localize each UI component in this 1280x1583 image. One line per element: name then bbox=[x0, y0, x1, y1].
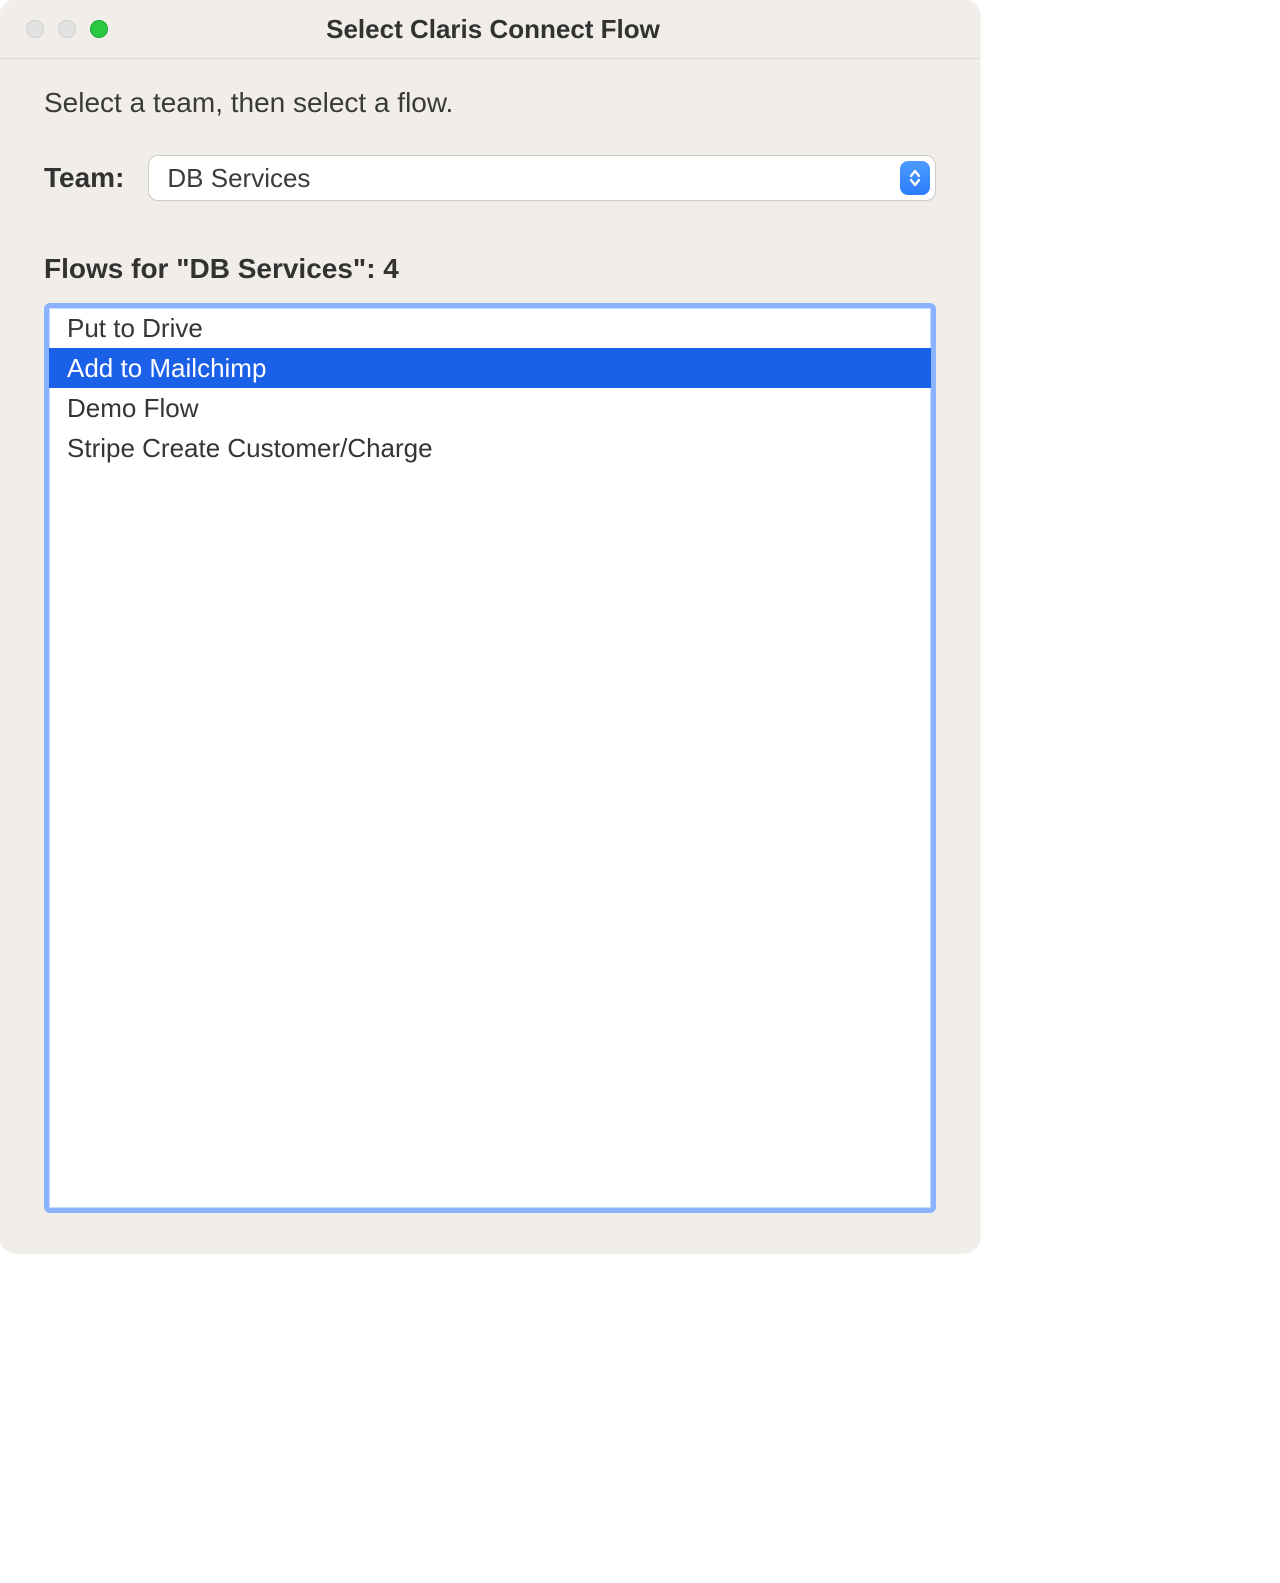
chevron-up-down-icon bbox=[900, 161, 930, 195]
zoom-window-button[interactable] bbox=[90, 20, 108, 38]
flows-listbox[interactable]: Put to DriveAdd to MailchimpDemo FlowStr… bbox=[44, 303, 936, 1213]
titlebar: Select Claris Connect Flow bbox=[0, 0, 980, 59]
team-select-value: DB Services bbox=[167, 163, 310, 194]
team-select[interactable]: DB Services bbox=[148, 155, 936, 201]
instruction-text: Select a team, then select a flow. bbox=[44, 87, 936, 119]
close-window-button[interactable] bbox=[26, 20, 44, 38]
dialog-content: Select a team, then select a flow. Team:… bbox=[0, 59, 980, 1253]
minimize-window-button[interactable] bbox=[58, 20, 76, 38]
flow-option[interactable]: Stripe Create Customer/Charge bbox=[49, 428, 931, 468]
team-label: Team: bbox=[44, 162, 124, 194]
dialog-window: Select Claris Connect Flow Select a team… bbox=[0, 0, 980, 1253]
flow-option[interactable]: Demo Flow bbox=[49, 388, 931, 428]
flow-option[interactable]: Add to Mailchimp bbox=[49, 348, 931, 388]
flow-option[interactable]: Put to Drive bbox=[49, 308, 931, 348]
team-row: Team: DB Services bbox=[44, 155, 936, 201]
window-title: Select Claris Connect Flow bbox=[166, 14, 980, 45]
flows-heading: Flows for "DB Services": 4 bbox=[44, 253, 936, 285]
window-controls bbox=[0, 20, 166, 38]
